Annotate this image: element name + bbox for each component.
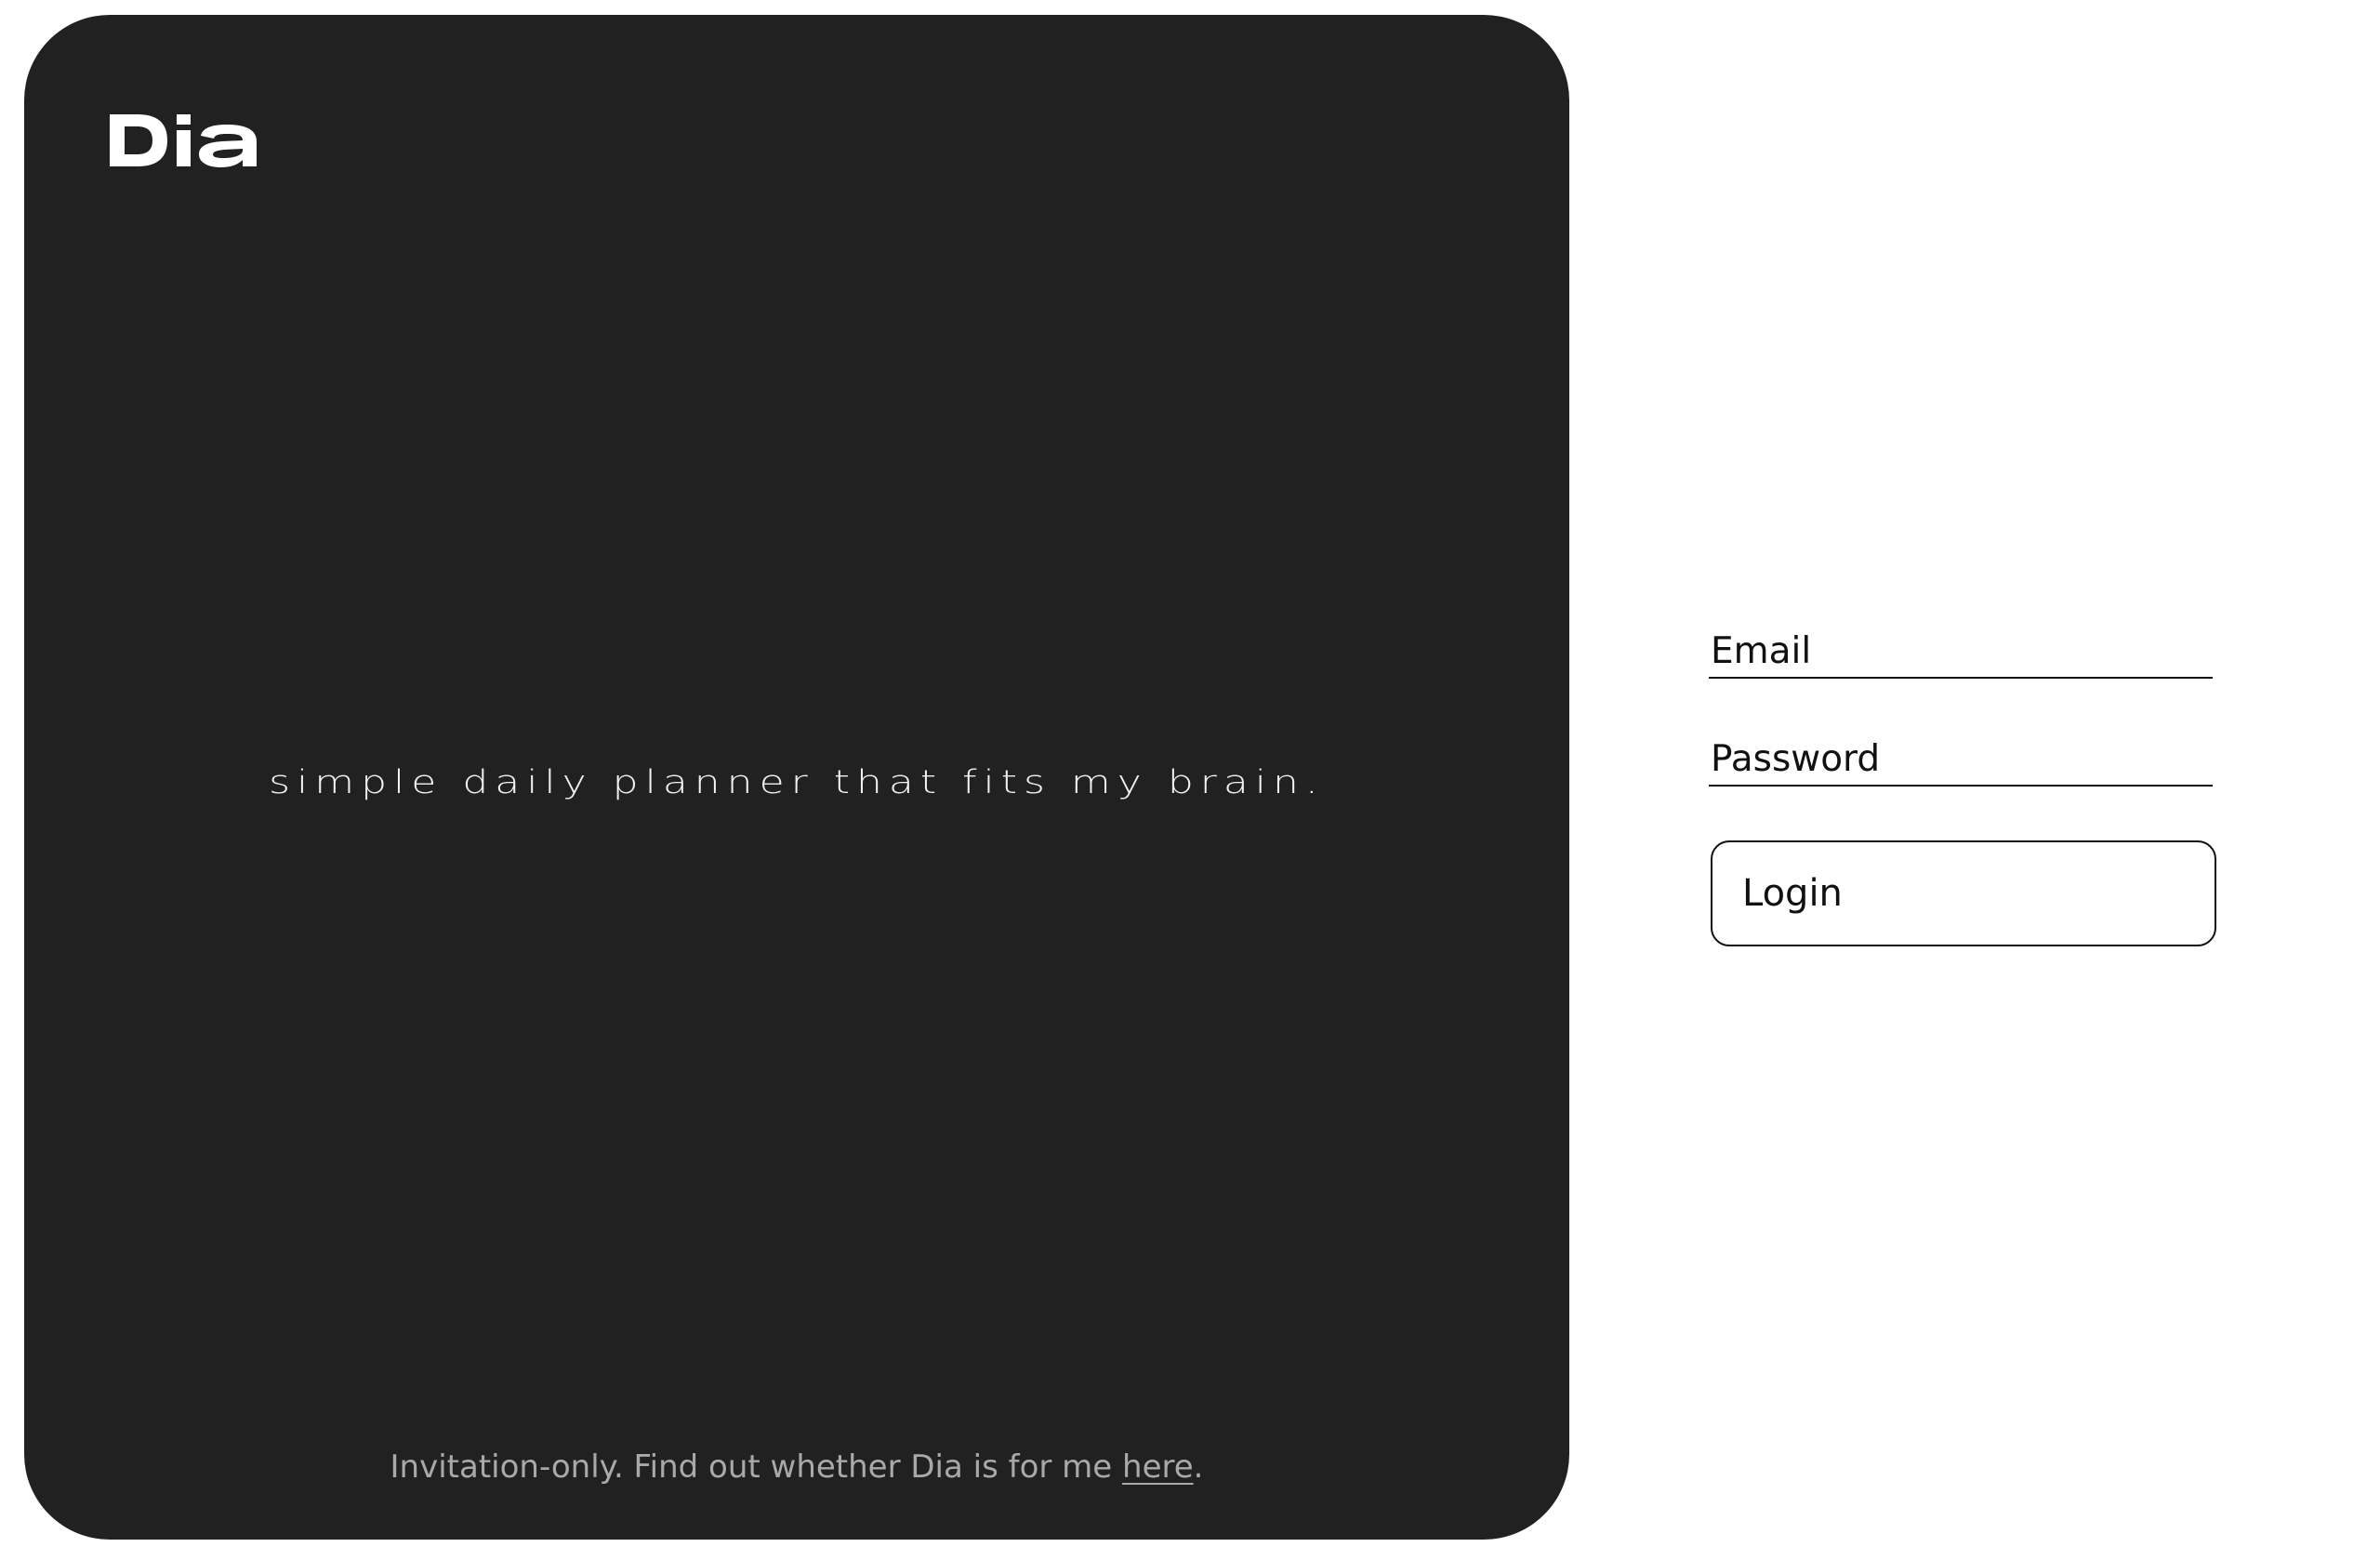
tagline: simple daily planner that fits my brain. — [269, 763, 1325, 801]
invitation-period: . — [1193, 1448, 1204, 1486]
invitation-note: Invitation-only. Find out whether Dia is… — [24, 1448, 1569, 1486]
dia-logo — [110, 100, 268, 180]
login-button[interactable]: Login — [1711, 840, 2216, 946]
password-field-wrapper — [1709, 733, 2213, 787]
invitation-text: Invitation-only. Find out whether Dia is… — [390, 1448, 1123, 1486]
login-page: simple daily planner that fits my brain.… — [0, 0, 2380, 1547]
here-link[interactable]: here — [1122, 1448, 1194, 1486]
login-form: Login — [1709, 625, 2216, 946]
hero-panel: simple daily planner that fits my brain.… — [24, 15, 1569, 1540]
email-field-wrapper — [1709, 625, 2213, 679]
password-field[interactable] — [1709, 733, 2213, 785]
email-field[interactable] — [1709, 625, 2213, 677]
